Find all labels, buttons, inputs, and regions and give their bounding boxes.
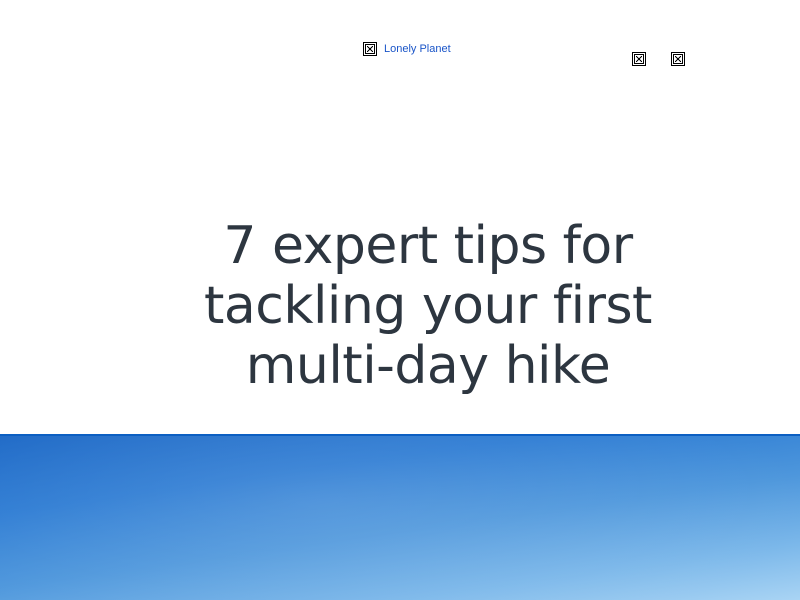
broken-image-icon[interactable] [671, 52, 685, 66]
article-title: 7 expert tips for tackling your first mu… [204, 216, 652, 396]
hero-image [0, 434, 800, 600]
broken-image-icon [363, 42, 377, 56]
site-header: Lonely Planet [0, 0, 800, 110]
broken-image-icon[interactable] [632, 52, 646, 66]
logo-alt-text[interactable]: Lonely Planet [384, 43, 451, 55]
